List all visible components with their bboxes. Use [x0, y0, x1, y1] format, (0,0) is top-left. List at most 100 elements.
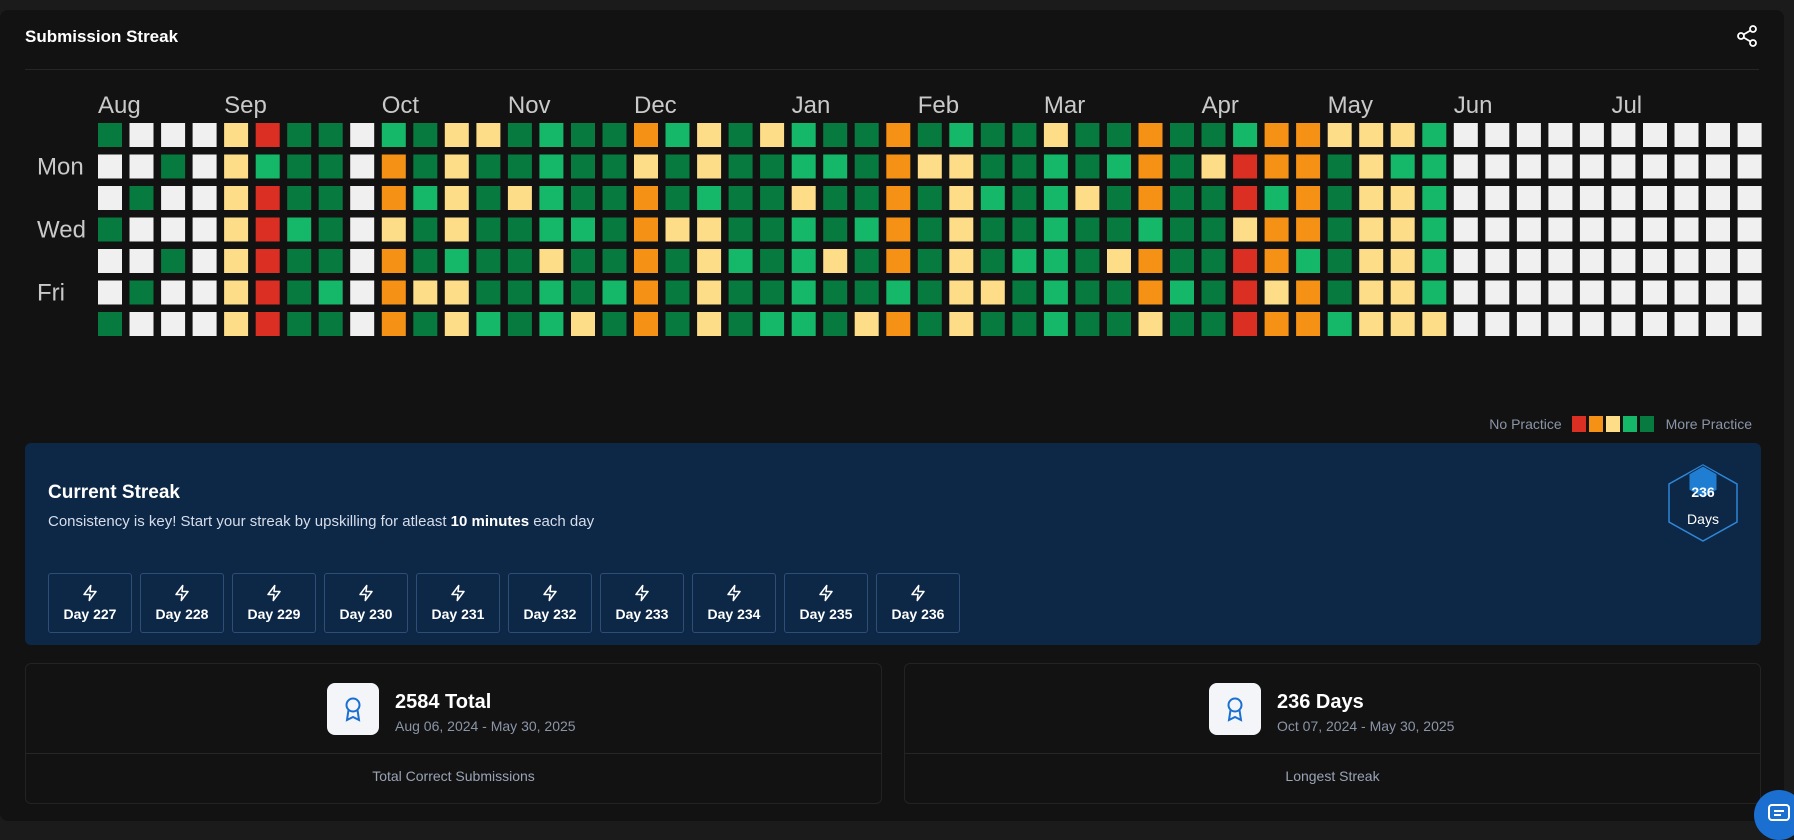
heatmap-cell[interactable]: [1138, 123, 1163, 147]
heatmap-cell[interactable]: [98, 154, 122, 179]
heatmap-cell[interactable]: [1422, 249, 1447, 273]
heatmap-cell[interactable]: [381, 249, 406, 273]
heatmap-cell[interactable]: [1170, 186, 1194, 210]
heatmap-cell[interactable]: [224, 123, 249, 147]
streak-day-box[interactable]: Day 229: [232, 573, 316, 633]
heatmap-cell[interactable]: [350, 280, 375, 305]
heatmap-cell[interactable]: [1296, 280, 1321, 305]
heatmap-cell[interactable]: [1485, 154, 1510, 179]
heatmap-cell[interactable]: [1611, 312, 1636, 336]
heatmap-cell[interactable]: [1579, 154, 1604, 179]
heatmap-cell[interactable]: [886, 312, 911, 336]
heatmap-cell[interactable]: [413, 154, 438, 179]
heatmap-cell[interactable]: [1233, 154, 1258, 179]
heatmap-cell[interactable]: [854, 280, 879, 305]
heatmap-cell[interactable]: [760, 123, 785, 147]
heatmap-cell[interactable]: [1327, 312, 1352, 336]
heatmap-cell[interactable]: [1390, 154, 1415, 179]
heatmap-cell[interactable]: [1201, 312, 1226, 336]
heatmap-cell[interactable]: [949, 186, 974, 210]
heatmap-cell[interactable]: [917, 186, 942, 210]
heatmap-cell[interactable]: [602, 217, 627, 242]
heatmap-cell[interactable]: [224, 312, 249, 336]
heatmap-cell[interactable]: [1453, 154, 1478, 179]
heatmap-cell[interactable]: [1516, 217, 1541, 242]
heatmap-cell[interactable]: [507, 280, 532, 305]
heatmap-cell[interactable]: [1643, 217, 1667, 242]
heatmap-cell[interactable]: [1453, 217, 1478, 242]
heatmap-cell[interactable]: [318, 123, 343, 147]
heatmap-cell[interactable]: [1390, 249, 1415, 273]
heatmap-cell[interactable]: [1201, 154, 1226, 179]
heatmap-cell[interactable]: [1107, 249, 1131, 273]
heatmap-cell[interactable]: [1075, 217, 1100, 242]
heatmap-cell[interactable]: [665, 154, 690, 179]
streak-day-box[interactable]: Day 228: [140, 573, 224, 633]
heatmap-cell[interactable]: [1043, 312, 1068, 336]
heatmap-cell[interactable]: [634, 249, 658, 273]
heatmap-cell[interactable]: [1012, 249, 1037, 273]
heatmap-cell[interactable]: [1296, 186, 1321, 210]
heatmap-cell[interactable]: [1706, 123, 1730, 147]
heatmap-cell[interactable]: [350, 186, 375, 210]
heatmap-cell[interactable]: [1233, 123, 1258, 147]
heatmap-cell[interactable]: [1579, 123, 1604, 147]
heatmap-cell[interactable]: [1043, 280, 1068, 305]
heatmap-cell[interactable]: [350, 123, 375, 147]
heatmap-cell[interactable]: [854, 217, 879, 242]
heatmap-cell[interactable]: [697, 249, 722, 273]
heatmap-cell[interactable]: [1737, 312, 1762, 336]
heatmap-cell[interactable]: [318, 280, 343, 305]
heatmap-cell[interactable]: [1548, 186, 1573, 210]
heatmap-cell[interactable]: [192, 312, 217, 336]
heatmap-cell[interactable]: [1201, 249, 1226, 273]
heatmap-cell[interactable]: [1012, 123, 1037, 147]
heatmap-cell[interactable]: [697, 154, 722, 179]
heatmap-cell[interactable]: [1422, 312, 1447, 336]
heatmap-cell[interactable]: [1107, 217, 1131, 242]
heatmap-cell[interactable]: [1674, 249, 1699, 273]
heatmap-cell[interactable]: [255, 312, 280, 336]
heatmap-cell[interactable]: [224, 217, 249, 242]
heatmap-cell[interactable]: [1485, 280, 1510, 305]
heatmap-cell[interactable]: [1296, 217, 1321, 242]
heatmap-cell[interactable]: [413, 217, 438, 242]
heatmap-cell[interactable]: [1170, 280, 1194, 305]
heatmap-cell[interactable]: [1737, 280, 1762, 305]
heatmap-cell[interactable]: [1674, 217, 1699, 242]
heatmap-cell[interactable]: [413, 249, 438, 273]
heatmap-cell[interactable]: [823, 186, 848, 210]
heatmap-cell[interactable]: [1453, 123, 1478, 147]
heatmap-cell[interactable]: [665, 280, 690, 305]
heatmap-cell[interactable]: [1706, 186, 1730, 210]
heatmap-cell[interactable]: [1643, 186, 1667, 210]
heatmap-cell[interactable]: [886, 186, 911, 210]
heatmap-cell[interactable]: [1296, 312, 1321, 336]
heatmap-cell[interactable]: [602, 154, 627, 179]
heatmap-cell[interactable]: [1107, 123, 1131, 147]
heatmap-cell[interactable]: [886, 280, 911, 305]
heatmap-cell[interactable]: [287, 312, 312, 336]
heatmap-cell[interactable]: [1485, 249, 1510, 273]
heatmap-cell[interactable]: [1233, 249, 1258, 273]
heatmap-cell[interactable]: [760, 312, 785, 336]
heatmap-cell[interactable]: [634, 123, 658, 147]
heatmap-cell[interactable]: [350, 249, 375, 273]
heatmap-cell[interactable]: [1043, 186, 1068, 210]
heatmap-cell[interactable]: [1453, 249, 1478, 273]
heatmap-cell[interactable]: [507, 123, 532, 147]
heatmap-cell[interactable]: [507, 154, 532, 179]
heatmap-cell[interactable]: [571, 186, 595, 210]
heatmap-cell[interactable]: [318, 186, 343, 210]
heatmap-cell[interactable]: [634, 217, 658, 242]
heatmap-cell[interactable]: [476, 154, 501, 179]
heatmap-cell[interactable]: [161, 123, 186, 147]
heatmap-cell[interactable]: [1390, 123, 1415, 147]
heatmap-cell[interactable]: [161, 217, 186, 242]
heatmap-cell[interactable]: [287, 186, 312, 210]
heatmap-cell[interactable]: [413, 312, 438, 336]
chat-button[interactable]: [1754, 790, 1794, 840]
heatmap-cell[interactable]: [287, 217, 312, 242]
heatmap-cell[interactable]: [728, 123, 753, 147]
heatmap-cell[interactable]: [350, 312, 375, 336]
